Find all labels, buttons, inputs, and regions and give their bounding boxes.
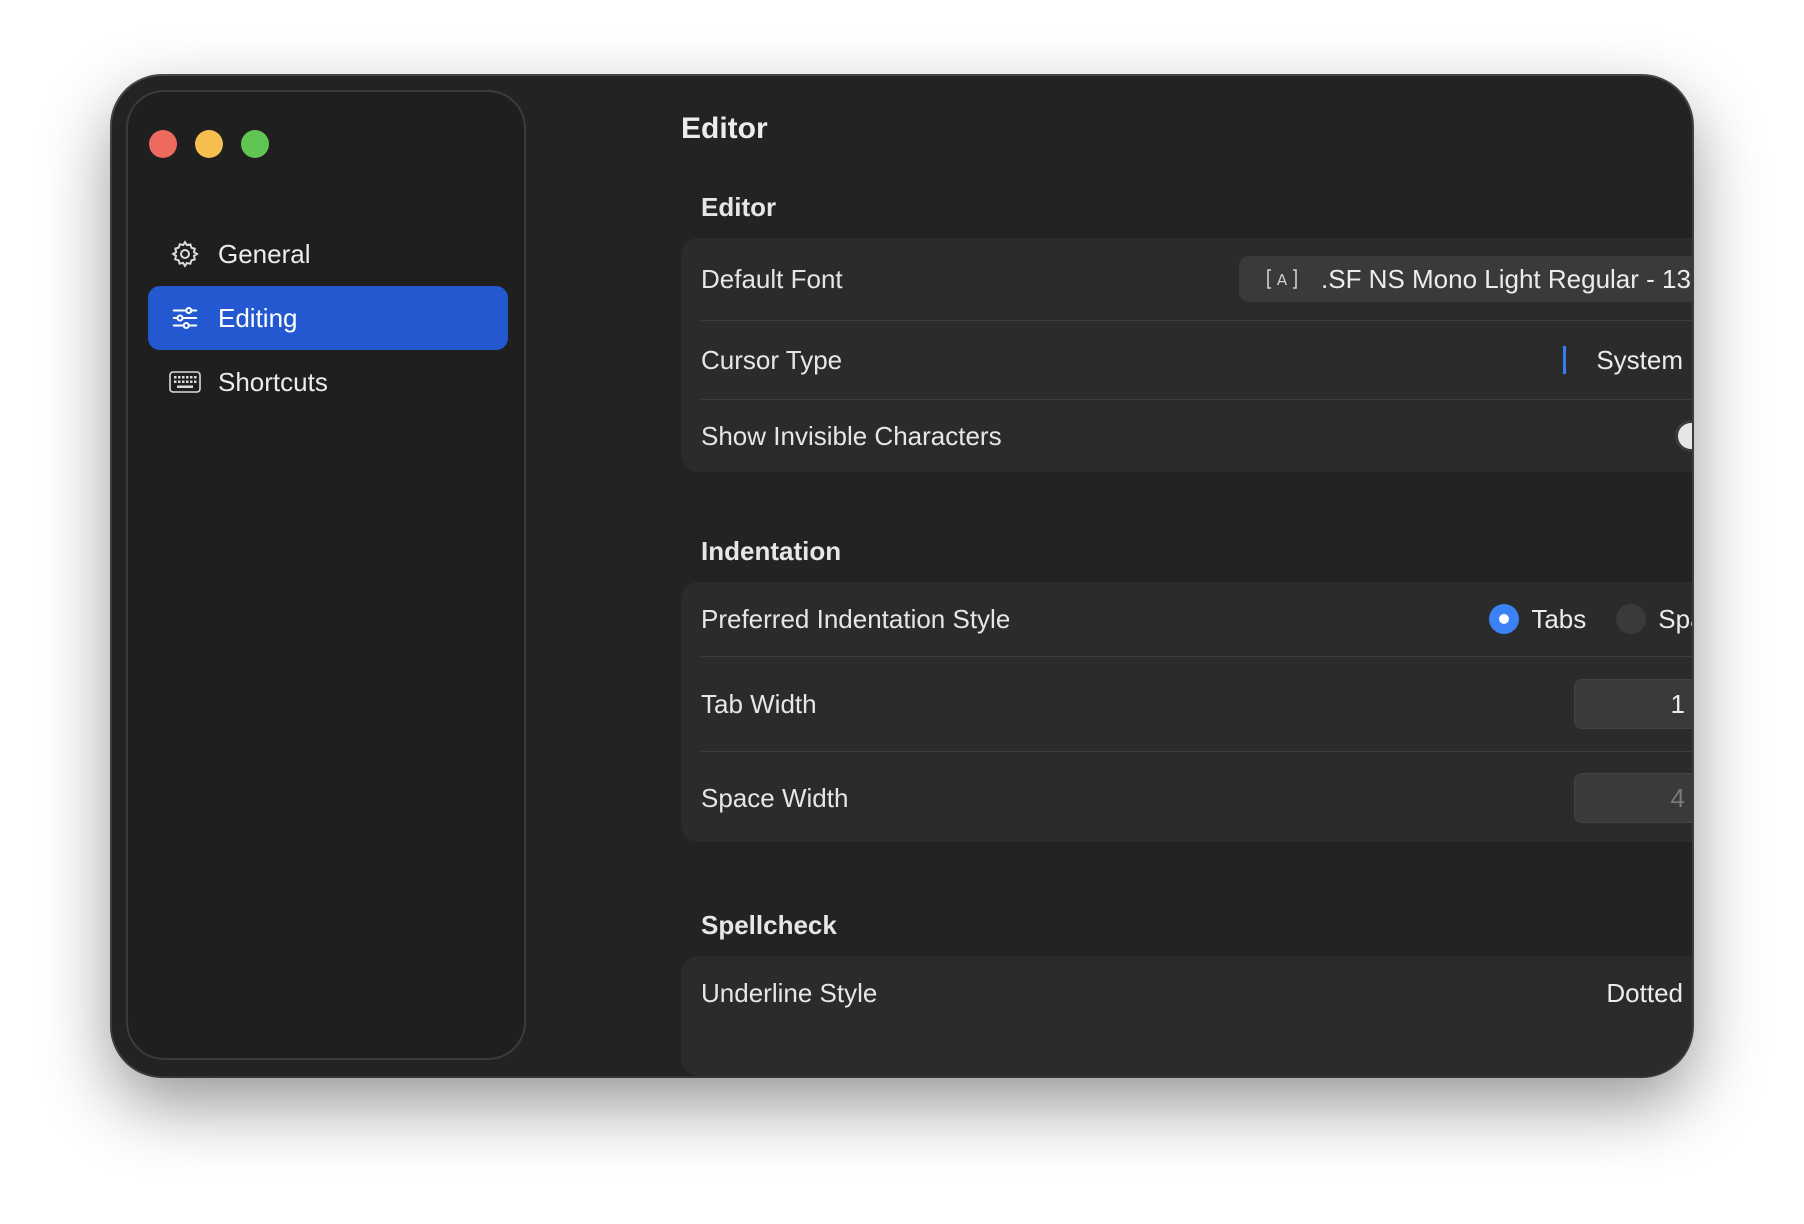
- sidebar-item-general[interactable]: General: [148, 222, 508, 286]
- underline-style-popup[interactable]: Dotted: [1606, 973, 1692, 1013]
- font-icon: A: [1267, 269, 1297, 289]
- sliders-icon: [168, 301, 202, 335]
- show-invisible-label: Show Invisible Characters: [701, 420, 1002, 451]
- settings-window: General Editing Shortcuts Editor Editor …: [112, 76, 1692, 1076]
- gear-icon: [168, 237, 202, 271]
- section-header-indentation: Indentation: [701, 536, 842, 566]
- settings-content: Editor Editor Default Font A .SF NS Mono…: [568, 76, 1692, 1076]
- svg-text:A: A: [1277, 271, 1288, 289]
- space-width-row: Space Width 4: [701, 751, 1692, 844]
- cursor-preview-icon: [1563, 346, 1567, 374]
- sidebar-item-label: General: [218, 238, 311, 269]
- toggle-knob: [1678, 423, 1692, 449]
- sidebar-nav: General Editing Shortcuts: [148, 222, 508, 414]
- tab-width-input[interactable]: 1: [1574, 679, 1692, 729]
- tab-width-row: Tab Width 1: [701, 656, 1692, 751]
- radio-spaces-label: Spaces: [1658, 603, 1692, 634]
- default-font-value: .SF NS Mono Light Regular - 13.0: [1321, 263, 1692, 294]
- space-width-stepper: 4: [1574, 772, 1692, 824]
- page-title: Editor: [681, 112, 768, 145]
- cursor-type-value: System: [1596, 344, 1683, 375]
- cursor-type-label: Cursor Type: [701, 344, 843, 375]
- zoom-window-button[interactable]: [241, 130, 269, 158]
- show-invisible-toggle[interactable]: [1675, 420, 1692, 452]
- default-font-row: Default Font A .SF NS Mono Light Regular…: [701, 238, 1692, 320]
- sidebar-item-editing[interactable]: Editing: [148, 286, 508, 350]
- space-width-input[interactable]: 4: [1574, 773, 1692, 823]
- radio-unselected-icon: [1616, 604, 1647, 634]
- minimize-window-button[interactable]: [195, 130, 223, 158]
- sidebar-item-shortcuts[interactable]: Shortcuts: [148, 350, 508, 414]
- spellcheck-settings-group: Underline Style Dotted: [681, 956, 1692, 1076]
- radio-tabs[interactable]: Tabs: [1489, 604, 1586, 635]
- default-font-picker[interactable]: A .SF NS Mono Light Regular - 13.0: [1239, 256, 1692, 302]
- underline-style-label: Underline Style: [701, 977, 878, 1008]
- editor-settings-group: Default Font A .SF NS Mono Light Regular…: [681, 238, 1692, 472]
- indentation-settings-group: Preferred Indentation Style Tabs Spaces …: [681, 582, 1692, 842]
- radio-tabs-label: Tabs: [1531, 603, 1587, 634]
- cursor-type-row: Cursor Type System: [701, 320, 1692, 399]
- section-header-editor: Editor: [701, 192, 777, 222]
- show-invisible-row: Show Invisible Characters: [701, 399, 1692, 472]
- sidebar-item-label: Editing: [218, 302, 298, 333]
- radio-selected-icon: [1489, 604, 1520, 634]
- sidebar: General Editing Shortcuts: [128, 92, 524, 1058]
- indentation-style-radio-group: Tabs Spaces: [1489, 604, 1692, 635]
- underline-style-row: Underline Style Dotted: [701, 956, 1692, 1030]
- radio-spaces[interactable]: Spaces: [1616, 604, 1692, 635]
- cursor-type-popup[interactable]: System: [1563, 340, 1692, 380]
- keyboard-icon: [168, 365, 202, 399]
- sidebar-item-label: Shortcuts: [218, 366, 328, 397]
- default-font-label: Default Font: [701, 263, 843, 294]
- section-header-spellcheck: Spellcheck: [701, 910, 837, 940]
- tab-width-stepper: 1: [1574, 678, 1692, 730]
- tab-width-label: Tab Width: [701, 688, 817, 719]
- underline-style-value: Dotted: [1606, 977, 1683, 1008]
- close-window-button[interactable]: [149, 130, 177, 158]
- indentation-style-row: Preferred Indentation Style Tabs Spaces: [701, 582, 1692, 656]
- indentation-style-label: Preferred Indentation Style: [701, 603, 1011, 634]
- space-width-label: Space Width: [701, 782, 849, 813]
